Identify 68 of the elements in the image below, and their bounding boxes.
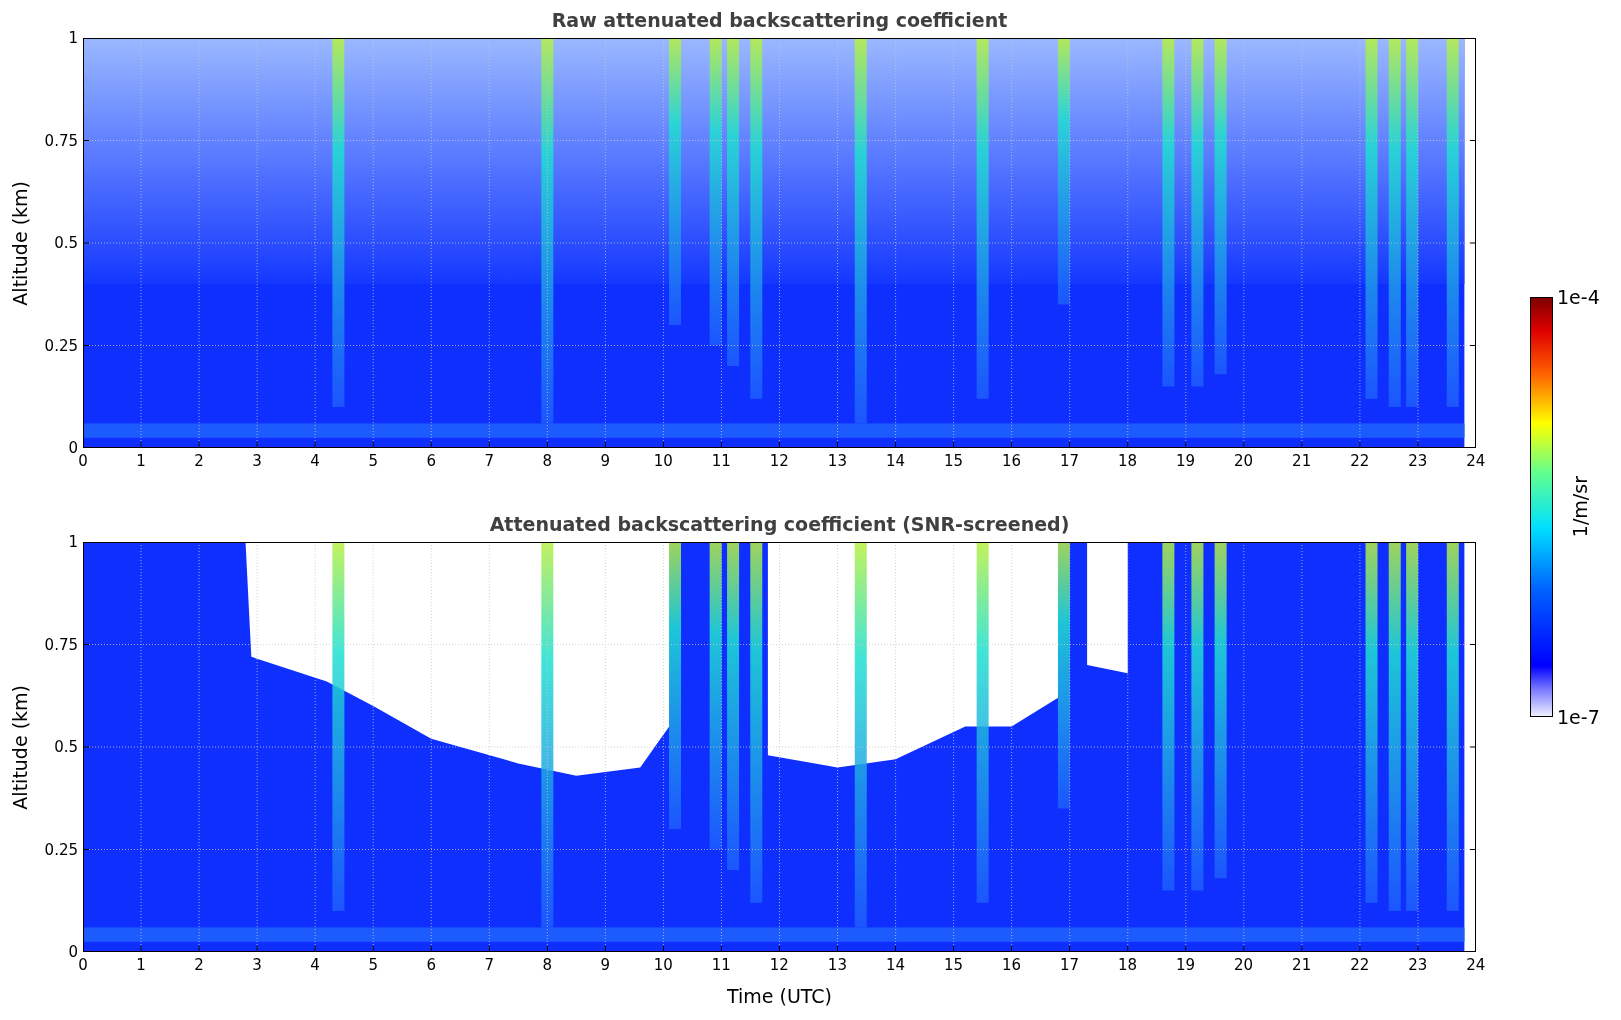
x-tick-label: 18 [1118, 955, 1138, 976]
y-tick-label: 1 [68, 533, 78, 551]
x-tick-label: 23 [1408, 451, 1428, 472]
x-tick-label: 13 [827, 955, 847, 976]
x-tick-label: 16 [1001, 955, 1022, 976]
x-tick-label: 12 [769, 451, 789, 472]
y-axis-label: Altitude (km) [7, 180, 32, 306]
y-tick-label: 0.25 [44, 336, 78, 355]
x-tick-label: 0 [78, 451, 88, 472]
x-tick-label: 10 [653, 955, 673, 976]
x-tick-label: 12 [769, 955, 789, 976]
x-tick-label: 11 [711, 451, 731, 472]
x-tick-label: 21 [1292, 955, 1312, 976]
x-tick-label: 16 [1001, 451, 1022, 472]
x-tick-label: 18 [1118, 451, 1138, 472]
y-tick-label: 0.5 [54, 738, 78, 756]
x-tick-label: 15 [943, 451, 963, 472]
x-tick-label: 19 [1176, 955, 1196, 976]
x-tick-label: 10 [653, 451, 673, 472]
x-tick-label: 14 [885, 955, 905, 976]
y-tick-label: 0.5 [54, 234, 78, 252]
y-axis-label: Altitude (km) [7, 684, 32, 810]
x-axis-label: Time (UTC) [727, 984, 832, 1009]
x-tick-label: 6 [426, 955, 436, 976]
x-tick-label: 2 [194, 451, 204, 472]
y-tick-label: 0.25 [44, 840, 78, 859]
x-tick-label: 9 [600, 451, 611, 472]
x-tick-label: 5 [368, 451, 378, 472]
x-tick-label: 3 [252, 955, 262, 976]
x-tick-label: 21 [1292, 451, 1312, 472]
y-tick-label: 0 [68, 439, 78, 457]
x-tick-label: 11 [711, 955, 731, 976]
colorbar-label: 1/m/sr [1567, 476, 1592, 538]
x-tick-label: 4 [310, 451, 320, 472]
x-tick-label: 19 [1176, 451, 1196, 472]
x-tick-label: 0 [78, 955, 88, 976]
x-tick-label: 3 [252, 451, 262, 472]
y-tick-label: 1 [68, 29, 78, 47]
x-tick-label: 7 [484, 955, 494, 976]
x-tick-label: 7 [484, 451, 494, 472]
x-tick-label: 20 [1234, 955, 1254, 976]
x-tick-label: 1 [136, 451, 146, 472]
x-tick-label: 22 [1350, 955, 1370, 976]
x-tick-label: 2 [194, 955, 204, 976]
y-tick-label: 0.75 [44, 635, 78, 654]
y-tick-label: 0.75 [44, 131, 78, 150]
x-tick-label: 13 [827, 451, 847, 472]
x-tick-label: 23 [1408, 955, 1428, 976]
x-tick-label: 5 [368, 955, 378, 976]
x-tick-label: 17 [1060, 451, 1080, 472]
x-tick-label: 6 [426, 451, 436, 472]
plot-title: Attenuated backscattering coefficient (SNR-screened) [489, 511, 1070, 537]
x-tick-label: 1 [136, 955, 146, 976]
y-tick-label: 0 [68, 943, 78, 961]
x-tick-label: 17 [1060, 955, 1080, 976]
x-tick-label: 14 [885, 451, 905, 472]
x-tick-label: 9 [600, 955, 611, 976]
x-tick-label: 15 [943, 955, 963, 976]
x-tick-label: 20 [1234, 451, 1254, 472]
x-tick-label: 22 [1350, 451, 1370, 472]
x-tick-label: 8 [542, 955, 553, 976]
x-tick-label: 4 [310, 955, 320, 976]
colorbar-min-label: 1e-7 [1557, 707, 1600, 727]
x-tick-label: 24 [1466, 451, 1486, 472]
x-tick-label: 8 [542, 451, 553, 472]
plot-title: Raw attenuated backscattering coefficient [551, 7, 1008, 33]
colorbar-max-label: 1e-4 [1557, 287, 1600, 307]
x-tick-label: 24 [1466, 955, 1486, 976]
